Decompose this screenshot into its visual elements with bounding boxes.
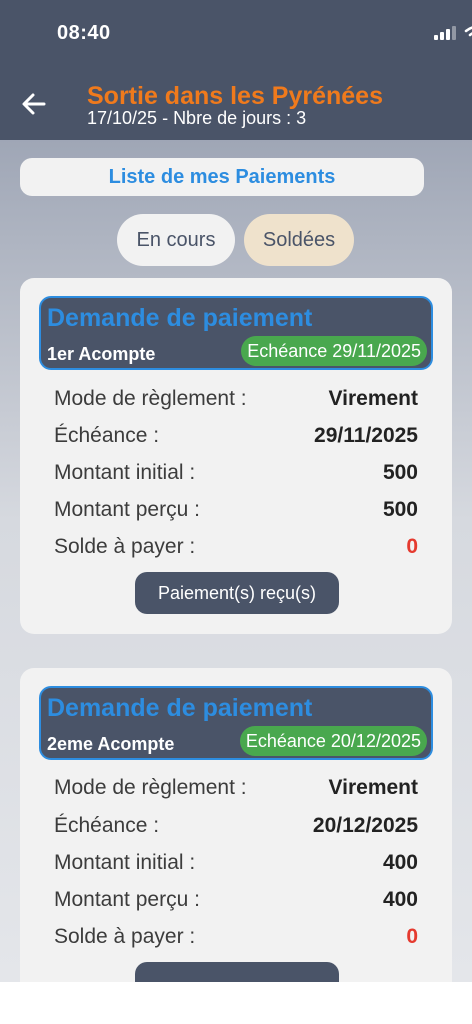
cellular-signal-icon [434, 24, 456, 44]
balance-due-row: Solde à payer : 0 [54, 535, 418, 563]
payment-card-title: Demande de paiement [47, 694, 313, 722]
due-date-badge: Echéance 20/12/2025 [239, 726, 427, 756]
row-label: Solde à payer : [54, 535, 196, 558]
wifi-icon [464, 24, 472, 44]
payment-card: Demande de paiement 1er Acompte Echéance… [20, 278, 452, 634]
row-value: 400 [382, 851, 418, 874]
row-label: Montant perçu : [54, 888, 200, 911]
due-date-badge: Echéance 29/11/2025 [241, 336, 427, 366]
row-label: Échéance : [54, 424, 160, 447]
initial-amount-row: Montant initial : 500 [54, 461, 418, 489]
received-amount-row: Montant perçu : 400 [54, 888, 418, 916]
received-amount-row: Montant perçu : 500 [54, 498, 418, 526]
balance-value: 0 [406, 925, 418, 948]
row-value: 400 [382, 888, 418, 911]
payment-method-row: Mode de règlement : Virement [54, 387, 418, 415]
balance-due-row: Solde à payer : 0 [54, 925, 418, 953]
payment-card: Demande de paiement 2eme Acompte Echéanc… [20, 668, 452, 982]
initial-amount-row: Montant initial : 400 [54, 851, 418, 879]
payment-card-title: Demande de paiement [47, 304, 313, 332]
row-value: 29/11/2025 [314, 424, 418, 447]
app-header: 08:40 Sortie dans les Pyrénées 17/10/25 … [0, 0, 472, 140]
payments-received-button[interactable]: Paiement(s) reçu(s) [135, 572, 339, 614]
payment-card-installment: 2eme Acompte [47, 734, 175, 754]
payments-list-button[interactable]: Liste de mes Paiements [20, 158, 424, 196]
payments-received-button[interactable] [135, 962, 339, 982]
row-label: Mode de règlement : [54, 387, 247, 410]
app-screen: 08:40 Sortie dans les Pyrénées 17/10/25 … [0, 0, 472, 982]
due-date-row: Échéance : 29/11/2025 [54, 424, 418, 452]
page-subtitle: 17/10/25 - Nbre de jours : 3 [87, 108, 307, 128]
row-label: Montant initial : [54, 851, 196, 874]
back-button[interactable] [18, 88, 50, 120]
row-value: Virement [328, 387, 419, 410]
balance-value: 0 [406, 535, 418, 558]
payment-card-header: Demande de paiement 2eme Acompte Echéanc… [39, 686, 433, 760]
row-value: 500 [382, 461, 418, 484]
back-arrow-icon [22, 93, 46, 115]
row-label: Montant initial : [54, 461, 196, 484]
row-value: 500 [382, 498, 418, 521]
row-label: Montant perçu : [54, 498, 200, 521]
due-date-row: Échéance : 20/12/2025 [54, 814, 418, 842]
row-label: Échéance : [54, 814, 160, 837]
page-title: Sortie dans les Pyrénées [87, 82, 383, 110]
row-label: Mode de règlement : [54, 776, 247, 799]
payment-card-header: Demande de paiement 1er Acompte Echéance… [39, 296, 433, 370]
row-label: Solde à payer : [54, 925, 196, 948]
payment-card-installment: 1er Acompte [47, 344, 156, 364]
filter-settled[interactable]: Soldées [244, 214, 354, 266]
row-value: 20/12/2025 [312, 814, 418, 837]
row-value: Virement [328, 776, 419, 799]
payment-method-row: Mode de règlement : Virement [54, 776, 418, 804]
status-time: 08:40 [57, 22, 111, 44]
filter-in-progress[interactable]: En cours [117, 214, 235, 266]
